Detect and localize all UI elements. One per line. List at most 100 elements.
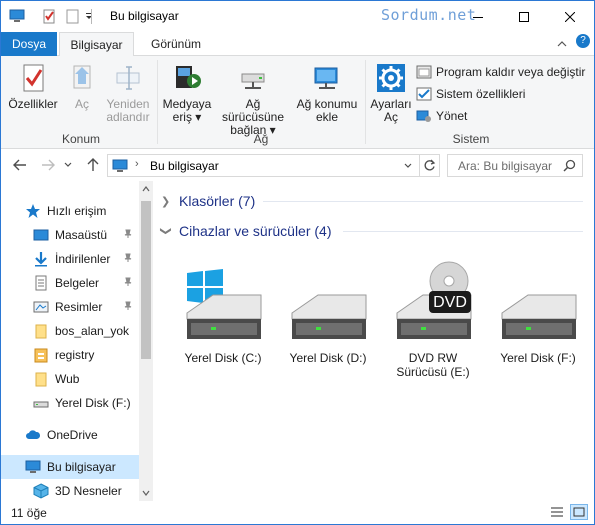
details-view-icon[interactable] xyxy=(548,504,566,520)
group-header-devices[interactable]: ❯ Cihazlar ve sürücüler (4) xyxy=(160,221,332,241)
large-icons-view-icon[interactable] xyxy=(570,504,588,520)
properties-button[interactable]: Özellikler xyxy=(7,62,59,111)
open-settings-button[interactable]: Ayarları Aç xyxy=(369,62,413,124)
ribbon-tabs: Dosya Bilgisayar Görünüm ? xyxy=(1,32,594,57)
drive-d[interactable]: Yerel Disk (D:) xyxy=(273,269,383,365)
pin-icon[interactable] xyxy=(123,301,133,311)
folders-group-label: Klasörler (7) xyxy=(179,193,256,209)
nav-item-wub[interactable]: Wub xyxy=(1,367,139,391)
rename-button[interactable]: Yeniden adlandır xyxy=(103,62,153,124)
devices-group-label: Cihazlar ve sürücüler (4) xyxy=(179,223,332,239)
help-icon[interactable]: ? xyxy=(576,34,590,48)
nav-onedrive[interactable]: OneDrive xyxy=(1,423,139,447)
close-button[interactable] xyxy=(547,1,593,32)
minimize-button[interactable] xyxy=(455,1,501,32)
up-arrow-icon[interactable] xyxy=(87,158,99,172)
scrollbar-thumb[interactable] xyxy=(141,201,151,359)
archive-icon xyxy=(34,348,48,363)
maximize-button[interactable] xyxy=(501,1,547,32)
settings-gear-icon xyxy=(377,64,405,92)
chevron-right-icon: ❯ xyxy=(161,195,171,208)
access-media-button[interactable]: Medyaya eriş ▾ xyxy=(161,62,213,124)
search-box[interactable]: Ara: Bu bilgisayar xyxy=(447,154,583,177)
pictures-icon xyxy=(33,301,49,313)
computer-icon[interactable] xyxy=(9,8,25,24)
chevron-up-icon[interactable] xyxy=(557,40,567,48)
group-label-sistem: Sistem xyxy=(452,132,490,146)
item-count: 11 öğe xyxy=(11,506,47,520)
nav-label: Wub xyxy=(55,372,80,386)
group-divider xyxy=(343,231,583,232)
nav-label: Resimler xyxy=(55,300,103,314)
search-icon[interactable] xyxy=(563,159,576,172)
ribbon-separator xyxy=(157,60,158,144)
uninstall-label: Program kaldır veya değiştir xyxy=(436,65,586,79)
back-arrow-icon[interactable] xyxy=(13,159,27,171)
nav-item-masaustu[interactable]: Masaüstü xyxy=(1,223,139,247)
nav-item-registry[interactable]: registry xyxy=(1,343,139,367)
address-bar[interactable]: › Bu bilgisayar xyxy=(107,154,440,177)
settings-label-2: Aç xyxy=(383,110,398,124)
drive-e-dvd[interactable]: DVD DVD RW Sürücüsü (E:) xyxy=(378,261,488,379)
nav-item-bos-alan-yok[interactable]: bos_alan_yok xyxy=(1,319,139,343)
properties-quick-icon[interactable] xyxy=(41,8,57,24)
drive-label: Yerel Disk (D:) xyxy=(289,351,367,365)
nav-item-3d-objects[interactable]: 3D Nesneler xyxy=(1,479,139,503)
system-properties-button[interactable]: Sistem özellikleri xyxy=(416,84,525,104)
scroll-up-icon[interactable] xyxy=(142,186,150,192)
documents-icon xyxy=(35,275,47,291)
address-dropdown-icon[interactable] xyxy=(404,163,412,169)
recent-locations-icon[interactable] xyxy=(64,162,72,168)
tab-gorunum[interactable]: Görünüm xyxy=(141,32,211,56)
new-folder-quick-icon[interactable] xyxy=(65,8,81,24)
nav-item-indirilenler[interactable]: İndirilenler xyxy=(1,247,139,271)
pin-icon[interactable] xyxy=(123,253,133,263)
pin-icon[interactable] xyxy=(123,229,133,239)
group-header-folders[interactable]: ❯ Klasörler (7) xyxy=(161,191,255,211)
drive-label-1: DVD RW xyxy=(408,351,458,365)
group-label-ag: Ağ xyxy=(253,132,269,146)
nav-label: Bu bilgisayar xyxy=(47,460,116,474)
pin-icon[interactable] xyxy=(123,277,133,287)
network-location-icon xyxy=(314,67,338,89)
dvd-badge-text: DVD xyxy=(433,294,467,311)
ribbon-separator xyxy=(365,60,366,144)
manage-button[interactable]: Yönet xyxy=(416,106,467,126)
search-input[interactable]: Ara: Bu bilgisayar xyxy=(458,159,552,173)
nav-quick-access[interactable]: Hızlı erişim xyxy=(1,199,139,223)
nav-this-pc[interactable]: Bu bilgisayar xyxy=(1,455,139,479)
drive-f[interactable]: Yerel Disk (F:) xyxy=(483,269,593,365)
close-icon xyxy=(565,11,575,22)
add-location-label-1: Ağ konumu xyxy=(296,97,358,111)
scroll-down-icon[interactable] xyxy=(142,490,150,496)
open-button[interactable]: Aç xyxy=(61,62,103,111)
nav-item-belgeler[interactable]: Belgeler xyxy=(1,271,139,295)
nav-item-resimler[interactable]: Resimler xyxy=(1,295,139,319)
tab-dosya[interactable]: Dosya xyxy=(1,32,57,56)
settings-label-1: Ayarları xyxy=(370,97,412,111)
cloud-icon xyxy=(26,430,41,439)
nav-label: İndirilenler xyxy=(55,252,111,266)
nav-scrollbar[interactable] xyxy=(139,181,153,501)
media-icon xyxy=(176,66,201,88)
breadcrumb-chevron-icon[interactable]: › xyxy=(135,158,139,170)
tab-bilgisayar[interactable]: Bilgisayar xyxy=(59,32,134,57)
nav-item-yerel-disk-f[interactable]: Yerel Disk (F:) xyxy=(1,391,139,415)
address-path[interactable]: Bu bilgisayar xyxy=(150,159,219,173)
system-properties-label: Sistem özellikleri xyxy=(436,87,526,101)
drive-label: Yerel Disk (C:) xyxy=(184,351,262,365)
refresh-icon[interactable] xyxy=(423,159,436,172)
download-icon xyxy=(35,252,47,267)
add-network-location-button[interactable]: Ağ konumu ekle xyxy=(294,62,360,124)
hard-drive-icon xyxy=(33,401,49,408)
forward-arrow-icon[interactable] xyxy=(41,159,55,171)
uninstall-program-button[interactable]: Program kaldır veya değiştir xyxy=(416,62,585,82)
desktop-icon xyxy=(33,229,49,241)
drive-c[interactable]: Yerel Disk (C:) xyxy=(168,269,278,365)
drive-label-2: Sürücüsü (E:) xyxy=(396,365,470,379)
explorer-window: Bu bilgisayar Sordum.net Dosya Bilgisaya… xyxy=(0,0,595,525)
nav-label: Yerel Disk (F:) xyxy=(55,396,131,410)
map-network-drive-button[interactable]: Ağ sürücüsüne bağlan ▾ xyxy=(213,62,293,137)
rename-label-2: adlandır xyxy=(106,110,150,124)
group-divider xyxy=(263,201,583,202)
